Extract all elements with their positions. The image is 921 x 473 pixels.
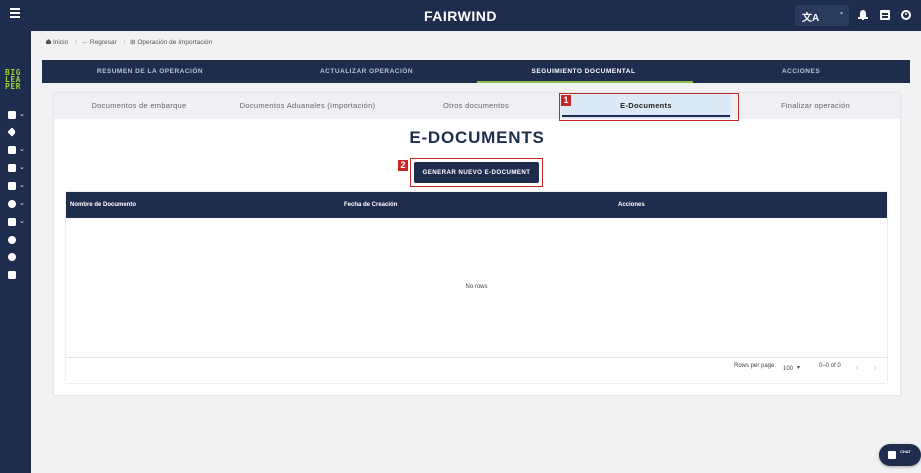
wrench-icon xyxy=(8,182,16,190)
help-icon xyxy=(8,236,16,244)
table-footer-divider xyxy=(66,357,887,358)
tab-acciones[interactable]: ACCIONES xyxy=(692,60,910,83)
person-walking-icon xyxy=(8,164,16,172)
breadcrumb-home[interactable]: Inicio xyxy=(53,39,68,46)
breadcrumb-back[interactable]: ← Regresar xyxy=(82,39,117,46)
sidebar-item-search[interactable] xyxy=(8,252,26,262)
chat-label: CHAT xyxy=(900,449,911,454)
top-bar: FAIRWIND 文A ▾ xyxy=(0,0,921,31)
column-header-acciones[interactable]: Acciones xyxy=(618,192,645,218)
chat-icon xyxy=(888,451,896,459)
tab-documentos-embarque[interactable]: Documentos de embarque xyxy=(54,93,224,119)
bell-icon[interactable] xyxy=(858,10,868,20)
home-icon xyxy=(46,39,51,44)
sidebar-item-help[interactable] xyxy=(8,235,26,245)
pagination-range: 0–0 of 0 xyxy=(819,363,841,369)
tab-actualizar[interactable]: ACTUALIZAR OPERACIÓN xyxy=(258,60,475,83)
tab-seguimiento[interactable]: SEGUIMIENTO DOCUMENTAL xyxy=(475,60,692,83)
map-icon xyxy=(8,271,16,279)
chat-button[interactable]: CHAT xyxy=(879,444,921,466)
column-header-fecha[interactable]: Fecha de Creación xyxy=(344,192,397,218)
tab-otros-documentos[interactable]: Otros documentos xyxy=(391,93,561,119)
sidebar-item-reports[interactable]: ⌄ xyxy=(8,145,26,155)
page-title: E-DOCUMENTS xyxy=(409,128,545,147)
step-badge-1: 1 xyxy=(561,95,571,106)
generate-e-document-button[interactable]: GENERAR NUEVO E-DOCUMENT xyxy=(414,162,539,183)
message-icon[interactable] xyxy=(880,10,890,20)
sidebar-item-catalogs[interactable]: ⌄ xyxy=(8,217,26,227)
translate-icon: 文A xyxy=(802,13,820,24)
next-page-icon[interactable]: › xyxy=(874,363,877,372)
tab-documentos-aduanales[interactable]: Documentos Aduanales (Importación) xyxy=(224,93,391,119)
payments-icon xyxy=(8,200,16,208)
chevron-down-icon: ⌄ xyxy=(19,111,25,118)
prev-page-icon[interactable]: ‹ xyxy=(856,363,859,372)
chart-icon xyxy=(8,146,16,154)
rows-per-page-label: Rows per page: xyxy=(734,363,777,369)
chevron-down-icon: ▾ xyxy=(839,11,843,17)
sidebar: BIG LEA PER ⌄ ⌄ ⌄ ⌄ ⌄ ⌄ xyxy=(0,31,31,473)
active-tab-indicator xyxy=(477,81,693,83)
column-header-nombre[interactable]: Nombre de Documento xyxy=(70,192,136,218)
clipboard-icon xyxy=(8,111,16,119)
breadcrumb-current: ⊞ Operación de Importación xyxy=(130,39,213,46)
chevron-down-icon: ⌄ xyxy=(19,182,25,189)
rows-per-page-select[interactable]: 100 xyxy=(783,366,793,372)
tab-resumen[interactable]: RESUMEN DE LA OPERACIÓN xyxy=(42,60,258,83)
document-tabs: Documentos de embarque Documentos Aduana… xyxy=(54,93,900,119)
operation-tabs: RESUMEN DE LA OPERACIÓN ACTUALIZAR OPERA… xyxy=(42,60,910,83)
sidebar-item-tags[interactable] xyxy=(7,127,26,137)
chevron-down-icon: ⌄ xyxy=(19,200,25,207)
chevron-down-icon[interactable]: ▾ xyxy=(797,364,800,371)
step-badge-2: 2 xyxy=(398,160,408,171)
sidebar-item-billing[interactable]: ⌄ xyxy=(8,199,26,209)
account-icon[interactable] xyxy=(901,10,911,20)
language-selector[interactable]: 文A ▾ xyxy=(795,5,849,26)
sidebar-item-operations[interactable]: ⌄ xyxy=(8,163,26,173)
table-header: Nombre de Documento Fecha de Creación Ac… xyxy=(66,192,887,218)
chevron-down-icon: ⌄ xyxy=(19,164,25,171)
search-icon xyxy=(8,253,16,261)
sidebar-item-documents[interactable]: ⌄ xyxy=(8,110,26,120)
e-documents-table: Nombre de Documento Fecha de Creación Ac… xyxy=(66,192,887,383)
tag-icon xyxy=(7,127,17,137)
sidebar-item-map[interactable] xyxy=(8,270,26,280)
sidebar-item-tools[interactable]: ⌄ xyxy=(8,181,26,191)
tab-finalizar-operacion[interactable]: Finalizar operación xyxy=(731,93,900,119)
logo: BIG LEA PER xyxy=(5,68,21,91)
breadcrumb: Inicio / ← Regresar / ⊞ Operación de Imp… xyxy=(46,38,214,46)
chevron-down-icon: ⌄ xyxy=(19,146,25,153)
chevron-down-icon: ⌄ xyxy=(19,218,25,225)
empty-state-text: No rows xyxy=(465,284,488,290)
brand-title: FAIRWIND xyxy=(424,8,497,24)
folder-icon xyxy=(8,218,16,226)
highlight-box-1 xyxy=(559,93,739,121)
